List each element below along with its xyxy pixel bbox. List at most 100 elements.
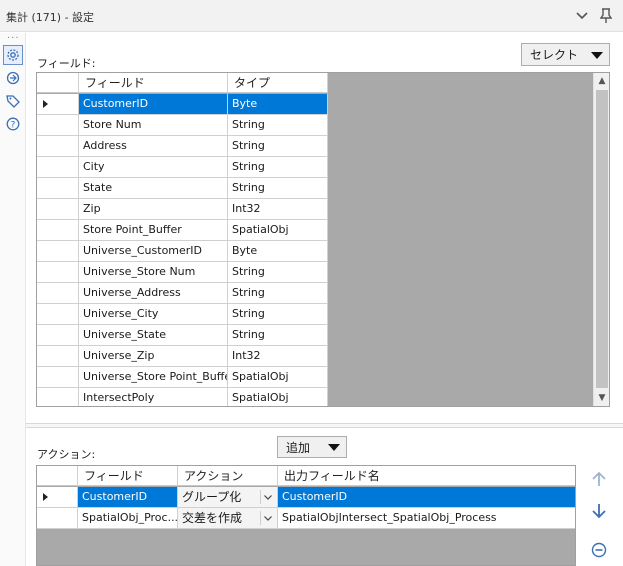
- field-name-cell[interactable]: Universe_Store Point_Buffer: [79, 367, 228, 388]
- action-field-cell[interactable]: SpatialObj_Proc...: [78, 508, 178, 529]
- column-header-output-name[interactable]: 出力フィールド名: [278, 466, 575, 486]
- field-name-cell[interactable]: Universe_State: [79, 325, 228, 346]
- field-type-cell[interactable]: String: [228, 157, 328, 178]
- select-mode-dropdown[interactable]: セレクト: [521, 43, 610, 66]
- field-type-cell[interactable]: String: [228, 178, 328, 199]
- field-name-cell[interactable]: Universe_City: [79, 304, 228, 325]
- action-select[interactable]: グループ化: [178, 487, 278, 508]
- scroll-up-icon[interactable]: ▲: [594, 73, 609, 89]
- row-selector[interactable]: [37, 262, 79, 283]
- output-name-cell[interactable]: CustomerID: [278, 487, 575, 508]
- row-selector[interactable]: [37, 508, 78, 529]
- row-selector[interactable]: [37, 241, 79, 262]
- field-row[interactable]: Address String: [37, 136, 328, 157]
- field-name-cell[interactable]: Address: [79, 136, 228, 157]
- field-name-cell[interactable]: IntersectPoly: [79, 388, 228, 406]
- field-name-cell[interactable]: Universe_Address: [79, 283, 228, 304]
- row-selector[interactable]: [37, 115, 79, 136]
- row-selector[interactable]: [37, 199, 79, 220]
- field-row[interactable]: Universe_Store Num String: [37, 262, 328, 283]
- column-header-field[interactable]: フィールド: [79, 73, 228, 93]
- action-row[interactable]: CustomerID グループ化 CustomerID: [37, 487, 575, 508]
- field-row[interactable]: Zip Int32: [37, 199, 328, 220]
- field-type-cell[interactable]: SpatialObj: [228, 220, 328, 241]
- pin-icon[interactable]: [596, 6, 616, 26]
- row-selector[interactable]: [37, 94, 79, 115]
- fields-grid-header: フィールド タイプ: [37, 73, 328, 93]
- help-icon[interactable]: ?: [3, 114, 23, 134]
- field-type-cell[interactable]: Byte: [228, 241, 328, 262]
- field-name-cell[interactable]: City: [79, 157, 228, 178]
- row-selector[interactable]: [37, 283, 79, 304]
- field-type-cell[interactable]: Int32: [228, 346, 328, 367]
- field-type-cell[interactable]: String: [228, 115, 328, 136]
- field-row[interactable]: Universe_Address String: [37, 283, 328, 304]
- fields-label: フィールド:: [37, 57, 96, 70]
- row-selector[interactable]: [37, 178, 79, 199]
- field-name-cell[interactable]: Universe_Store Num: [79, 262, 228, 283]
- row-selector[interactable]: [37, 325, 79, 346]
- row-selector[interactable]: [37, 157, 79, 178]
- move-down-icon[interactable]: [588, 500, 610, 522]
- field-type-cell[interactable]: SpatialObj: [228, 367, 328, 388]
- field-row[interactable]: IntersectPoly SpatialObj: [37, 388, 328, 406]
- remove-icon[interactable]: [588, 539, 610, 561]
- field-type-cell[interactable]: Int32: [228, 199, 328, 220]
- scroll-down-icon[interactable]: ▼: [594, 390, 609, 406]
- title-bar: 集計 (171) - 設定: [0, 0, 623, 32]
- more-dots[interactable]: ···: [7, 33, 20, 44]
- row-selector[interactable]: [37, 220, 79, 241]
- plugin-icon[interactable]: [3, 68, 23, 88]
- field-name-cell[interactable]: Universe_Zip: [79, 346, 228, 367]
- output-name-cell[interactable]: SpatialObjIntersect_SpatialObj_Process: [278, 508, 575, 529]
- column-header-field[interactable]: フィールド: [78, 466, 178, 486]
- column-header-action[interactable]: アクション: [178, 466, 278, 486]
- column-header-type[interactable]: タイプ: [228, 73, 328, 93]
- field-name-cell[interactable]: Universe_CustomerID: [79, 241, 228, 262]
- field-type-cell[interactable]: String: [228, 262, 328, 283]
- row-selector[interactable]: [37, 388, 79, 406]
- field-name-cell[interactable]: State: [79, 178, 228, 199]
- field-type-cell[interactable]: String: [228, 136, 328, 157]
- row-selector[interactable]: [37, 136, 79, 157]
- tag-icon[interactable]: [3, 91, 23, 111]
- field-row[interactable]: Universe_Store Point_Buffer SpatialObj: [37, 367, 328, 388]
- field-name-cell[interactable]: CustomerID: [79, 94, 228, 115]
- field-name-cell[interactable]: Zip: [79, 199, 228, 220]
- field-type-cell[interactable]: String: [228, 325, 328, 346]
- field-row[interactable]: City String: [37, 157, 328, 178]
- action-select[interactable]: 交差を作成: [178, 508, 278, 529]
- row-selector[interactable]: [37, 346, 79, 367]
- field-type-cell[interactable]: SpatialObj: [228, 388, 328, 406]
- action-field-cell[interactable]: CustomerID: [78, 487, 178, 508]
- row-selector[interactable]: [37, 487, 78, 508]
- field-row[interactable]: Store Point_Buffer SpatialObj: [37, 220, 328, 241]
- field-row[interactable]: Universe_City String: [37, 304, 328, 325]
- panel-splitter[interactable]: [26, 423, 623, 428]
- field-type-cell[interactable]: String: [228, 304, 328, 325]
- field-row[interactable]: CustomerID Byte: [37, 94, 328, 115]
- action-row[interactable]: SpatialObj_Proc... 交差を作成 SpatialObjInter…: [37, 508, 575, 529]
- chevron-down-icon[interactable]: [572, 6, 592, 26]
- field-name-cell[interactable]: Store Point_Buffer: [79, 220, 228, 241]
- fields-scrollbar[interactable]: ▲ ▼: [593, 73, 609, 406]
- row-selector[interactable]: [37, 367, 79, 388]
- field-row[interactable]: Universe_Zip Int32: [37, 346, 328, 367]
- field-type-cell[interactable]: String: [228, 283, 328, 304]
- field-type-cell[interactable]: Byte: [228, 94, 328, 115]
- field-row[interactable]: State String: [37, 178, 328, 199]
- move-up-icon[interactable]: [588, 468, 610, 490]
- field-row[interactable]: Universe_CustomerID Byte: [37, 241, 328, 262]
- select-mode-value: セレクト: [530, 48, 579, 62]
- field-row[interactable]: Store Num String: [37, 115, 328, 136]
- scrollbar-thumb[interactable]: [596, 90, 608, 388]
- field-row[interactable]: Universe_State String: [37, 325, 328, 346]
- chevron-down-icon[interactable]: [260, 490, 274, 504]
- action-select-value: グループ化: [182, 490, 242, 504]
- field-name-cell[interactable]: Store Num: [79, 115, 228, 136]
- chevron-down-icon[interactable]: [260, 511, 274, 525]
- add-action-dropdown[interactable]: 追加: [277, 436, 347, 458]
- gear-icon[interactable]: [3, 45, 23, 65]
- svg-text:?: ?: [11, 121, 16, 131]
- row-selector[interactable]: [37, 304, 79, 325]
